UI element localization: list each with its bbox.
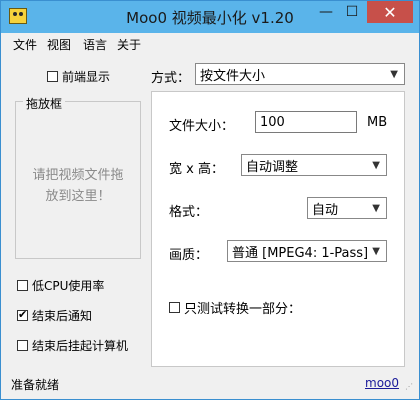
moo0-link[interactable]: moo0	[365, 376, 399, 390]
method-label: 方式：	[151, 71, 191, 86]
menu-bar: 文件 视图 语言 关于	[1, 33, 419, 53]
status-bar: 准备就绪 moo0	[1, 371, 419, 399]
chevron-down-icon: ▼	[390, 69, 398, 80]
format-value: 自动	[312, 202, 339, 218]
dimensions-select[interactable]: 自动调整 ▼	[241, 154, 387, 176]
checkbox-box[interactable]	[17, 280, 28, 291]
status-text: 准备就绪	[11, 378, 60, 392]
maximize-button[interactable]: ☐	[339, 1, 365, 23]
checkbox-box[interactable]	[17, 308, 28, 321]
chevron-down-icon: ▼	[370, 246, 380, 257]
always-front-checkbox[interactable]: 前端显示	[47, 68, 110, 85]
notify-when-done-checkbox[interactable]: 结束后通知	[17, 307, 92, 324]
filesize-label: 文件大小：	[169, 119, 235, 134]
quality-label: 画质：	[169, 248, 209, 263]
low-cpu-checkbox[interactable]: 低CPU使用率	[17, 277, 104, 294]
close-button[interactable]: ✕	[367, 1, 413, 23]
filesize-input[interactable]: 100	[255, 111, 357, 133]
dimensions-label: 宽 x 高：	[169, 162, 224, 177]
suspend-when-done-checkbox[interactable]: 结束后挂起计算机	[17, 337, 128, 354]
drop-hint-line2: 放到这里！	[45, 189, 111, 204]
chevron-down-icon: ▼	[372, 160, 380, 171]
resize-grip-icon[interactable]: ⋰	[405, 383, 415, 395]
title-bar[interactable]: Moo0 视频最小化 v1.20 — ☐ ✕	[1, 1, 419, 33]
always-front-label: 前端显示	[62, 70, 111, 84]
quality-value: 普通 [MPEG4: 1-Pass]	[232, 245, 369, 261]
drop-hint-line1: 请把视频文件拖	[32, 168, 124, 183]
filesize-unit: MB	[367, 115, 388, 130]
chevron-down-icon: ▼	[372, 203, 380, 214]
checkbox-box[interactable]	[47, 71, 58, 82]
suspend-when-done-label: 结束后挂起计算机	[32, 339, 129, 353]
checkbox-box[interactable]	[169, 302, 180, 313]
menu-view[interactable]: 视图	[47, 36, 71, 53]
format-label: 格式：	[169, 205, 209, 220]
format-select[interactable]: 自动 ▼	[307, 197, 387, 219]
menu-file[interactable]: 文件	[13, 36, 37, 53]
notify-when-done-label: 结束后通知	[32, 309, 93, 323]
checkbox-box[interactable]	[17, 340, 28, 351]
drop-box-title: 拖放框	[23, 95, 66, 112]
minimize-button[interactable]: —	[313, 1, 339, 23]
partial-test-label: 只测试转换一部分：	[184, 302, 302, 317]
quality-select[interactable]: 普通 [MPEG4: 1-Pass] ▼	[227, 240, 387, 262]
partial-test-checkbox[interactable]: 只测试转换一部分：	[169, 298, 301, 317]
low-cpu-label: 低CPU使用率	[32, 279, 105, 293]
menu-about[interactable]: 关于	[117, 36, 141, 53]
drop-hint: 请把视频文件拖 放到这里！	[19, 165, 137, 207]
method-select[interactable]: 按文件大小 ▼	[195, 63, 405, 85]
menu-language[interactable]: 语言	[83, 36, 107, 53]
app-window: Moo0 视频最小化 v1.20 — ☐ ✕ 文件 视图 语言 关于 前端显示 …	[0, 0, 420, 400]
dimensions-value: 自动调整	[246, 159, 299, 175]
method-value: 按文件大小	[200, 68, 266, 84]
